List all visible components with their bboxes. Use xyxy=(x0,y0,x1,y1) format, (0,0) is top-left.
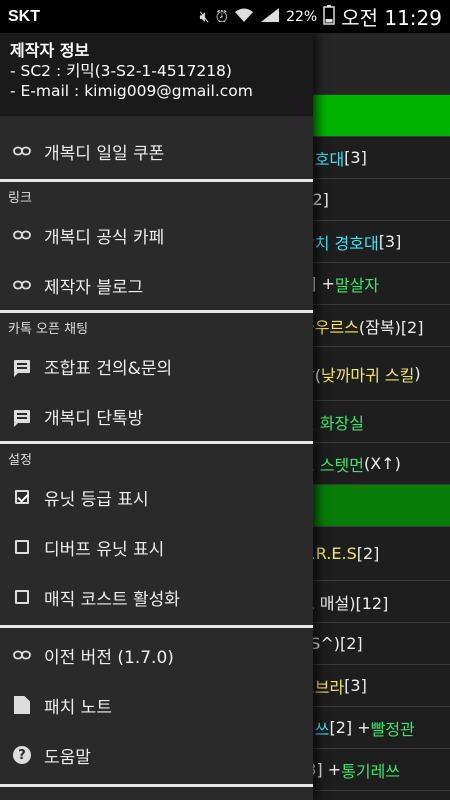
link-icon xyxy=(12,275,32,295)
section-header-settings: 설정 xyxy=(8,452,32,468)
menu-item-previous-version[interactable]: 이전 버전 (1.7.0) xyxy=(0,630,313,680)
chat-icon xyxy=(12,356,32,377)
setting-label: 매직 코스트 활성화 xyxy=(44,589,180,610)
drawer-header: 제작자 정보 - SC2 : 키믹(3-S2-1-4517218) - E-ma… xyxy=(0,33,313,116)
setting-label: 디버프 유닛 표시 xyxy=(44,539,165,560)
setting-magic-cost[interactable]: 매직 코스트 활성화 xyxy=(0,572,313,622)
list-item-text: (잠복)[2] xyxy=(358,317,424,337)
status-icons: 🔇︎ ⏰︎ 22% 오전 11:29 xyxy=(199,2,442,31)
link-icon xyxy=(12,225,32,245)
section-header-kakao: 카톡 오픈 채팅 xyxy=(8,321,89,337)
menu-item-label: 이전 버전 (1.7.0) xyxy=(44,647,174,668)
menu-item-combo-inquiry[interactable]: 조합표 건의&문의 xyxy=(0,341,313,391)
chat-icon xyxy=(12,406,32,427)
link-icon xyxy=(12,141,32,161)
author-sc2-id: - SC2 : 키믹(3-S2-1-4517218) xyxy=(10,62,232,80)
list-item-text: (X↑) xyxy=(363,454,401,473)
clock: 오전 11:29 xyxy=(341,6,442,30)
menu-item-label: 제작자 블로그 xyxy=(44,277,144,298)
menu-item-label: 도움말 xyxy=(44,747,91,768)
setting-unit-grade[interactable]: 유닛 등급 표시 xyxy=(0,472,313,522)
divider xyxy=(0,625,313,628)
status-bar: SKT 🔇︎ ⏰︎ 22% 오전 11:29 xyxy=(0,0,450,33)
alarm-icon: ⏰︎ xyxy=(215,6,229,26)
link-icon xyxy=(12,645,32,665)
list-item-text: 통기레쓰 xyxy=(341,761,401,781)
list-item-text: [2] + xyxy=(329,718,371,737)
list-item-text: [3] xyxy=(344,676,367,695)
setting-label: 유닛 등급 표시 xyxy=(44,489,149,510)
menu-item-author-blog[interactable]: 제작자 블로그 xyxy=(0,260,313,310)
battery-percent: 22% xyxy=(286,8,318,25)
author-email: - E-mail : kimig009@gmail.com xyxy=(10,82,253,100)
list-item-text: [3] xyxy=(344,148,367,167)
menu-item-group-chat[interactable]: 개복디 단톡방 xyxy=(0,391,313,441)
menu-item-label: 조합표 건의&문의 xyxy=(44,358,173,379)
help-icon: ? xyxy=(12,745,32,765)
checkbox-icon[interactable] xyxy=(12,587,32,607)
navigation-drawer: 제작자 정보 - SC2 : 키믹(3-S2-1-4517218) - E-ma… xyxy=(0,33,313,800)
signal-icon xyxy=(260,7,280,27)
checkbox-icon[interactable] xyxy=(12,537,32,557)
document-icon xyxy=(12,695,32,715)
menu-item-patch-notes[interactable]: 패치 노트 xyxy=(0,680,313,730)
menu-item-official-cafe[interactable]: 개복디 공식 카페 xyxy=(0,210,313,260)
checkbox-checked-icon[interactable] xyxy=(12,487,32,507)
battery-icon xyxy=(323,4,335,29)
menu-item-label: 패치 노트 xyxy=(44,697,112,718)
list-item-text: 말살자 xyxy=(334,275,380,295)
list-item-text: 낮까마귀 스킬 xyxy=(320,365,415,385)
author-info-title: 제작자 정보 xyxy=(10,41,90,60)
mute-icon: 🔇︎ xyxy=(199,6,210,26)
carrier-label: SKT xyxy=(8,7,40,25)
section-header-links: 링크 xyxy=(8,190,32,206)
list-item-text: [3] xyxy=(378,232,402,251)
list-item-text: [2] xyxy=(356,544,380,563)
menu-item-daily-coupon[interactable]: 개복디 일일 쿠폰 xyxy=(0,126,313,176)
menu-item-help[interactable]: ? 도움말 xyxy=(0,730,313,780)
menu-item-label: 개복디 단톡방 xyxy=(44,408,144,429)
list-item-text: ) xyxy=(414,364,421,383)
divider xyxy=(0,784,313,787)
list-item-text: 르 매설)[12] xyxy=(300,593,389,613)
setting-debuff-unit[interactable]: 디버프 유닛 표시 xyxy=(0,522,313,572)
menu-item-label: 개복디 일일 쿠폰 xyxy=(44,143,165,164)
wifi-icon xyxy=(234,7,254,27)
list-item-text: 빨정관 xyxy=(370,719,415,739)
menu-item-label: 개복디 공식 카페 xyxy=(44,227,165,248)
